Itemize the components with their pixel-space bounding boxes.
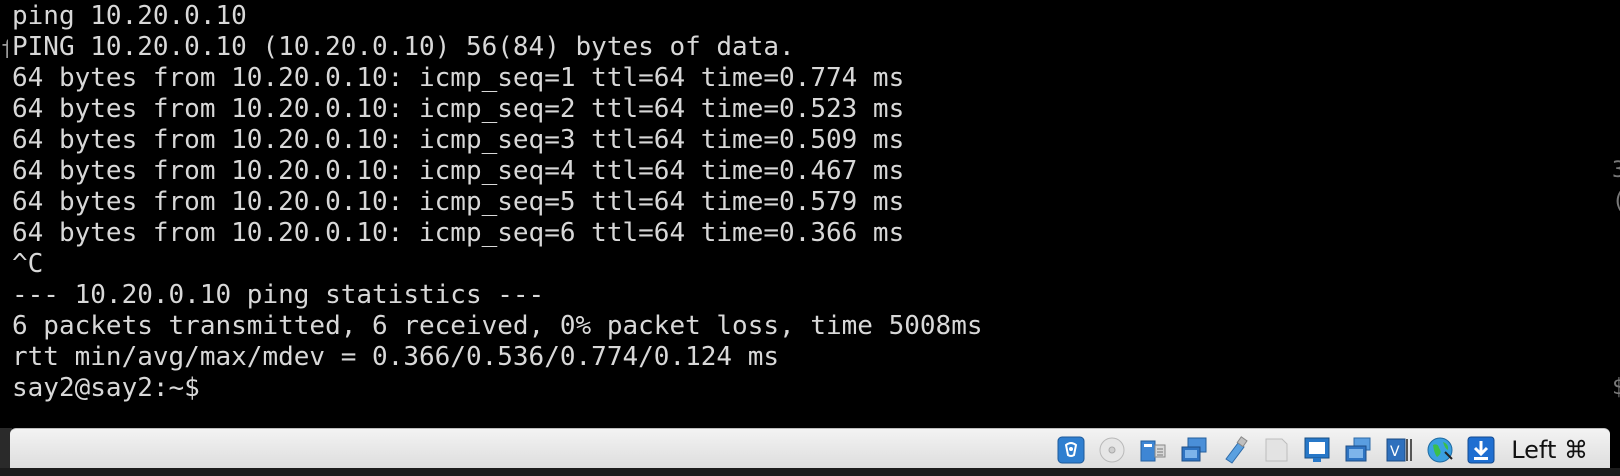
snapshot-icon[interactable] — [1341, 433, 1375, 467]
vm-status-bar: V Left ⌘ — [10, 428, 1610, 471]
usb-icon[interactable] — [1218, 433, 1252, 467]
video-capture-icon[interactable]: V — [1382, 433, 1416, 467]
display-icon[interactable] — [1300, 433, 1334, 467]
audio-icon[interactable] — [1054, 433, 1088, 467]
terminal-line: 64 bytes from 10.20.0.10: icmp_seq=2 ttl… — [12, 94, 905, 124]
download-icon[interactable] — [1464, 433, 1498, 467]
shared-folders-icon[interactable] — [1136, 433, 1170, 467]
terminal-line: --- 10.20.0.10 ping statistics --- — [12, 280, 545, 310]
right-edge-fragment: $ — [1612, 375, 1620, 400]
terminal-line: ping 10.20.0.10 — [12, 1, 247, 31]
mouse-integration-icon[interactable] — [1423, 433, 1457, 467]
terminal-line: 64 bytes from 10.20.0.10: icmp_seq=3 ttl… — [12, 125, 905, 155]
terminal-line: PING 10.20.0.10 (10.20.0.10) 56(84) byte… — [12, 32, 795, 62]
svg-text:V: V — [1390, 444, 1400, 460]
terminal-prompt[interactable]: say2@say2:~$ — [12, 372, 200, 404]
terminal-line: 64 bytes from 10.20.0.10: icmp_seq=5 ttl… — [12, 187, 905, 217]
terminal-line: ^C — [12, 249, 44, 279]
terminal-window[interactable]: f ping 10.20.0.10 PING 10.20.0.10 (10.20… — [0, 0, 1620, 428]
left-edge-fragment: f — [0, 35, 8, 65]
window-bottom-edge — [0, 468, 1620, 476]
status-icons: V Left ⌘ — [1054, 432, 1588, 468]
terminal-line: 64 bytes from 10.20.0.10: icmp_seq=6 ttl… — [12, 218, 905, 248]
network-icon[interactable] — [1177, 433, 1211, 467]
terminal-line: 64 bytes from 10.20.0.10: icmp_seq=4 ttl… — [12, 156, 905, 186]
right-edge-fragment: 3 — [1612, 158, 1620, 183]
host-key-label: Left ⌘ — [1511, 436, 1588, 464]
floppy-icon[interactable] — [1259, 433, 1293, 467]
right-edge-fragment: ( — [1612, 186, 1620, 218]
terminal-line: 6 packets transmitted, 6 received, 0% pa… — [12, 311, 983, 341]
optical-drive-icon[interactable] — [1095, 433, 1129, 467]
terminal-line: rtt min/avg/max/mdev = 0.366/0.536/0.774… — [12, 342, 780, 372]
terminal-line: 64 bytes from 10.20.0.10: icmp_seq=1 ttl… — [12, 63, 905, 93]
